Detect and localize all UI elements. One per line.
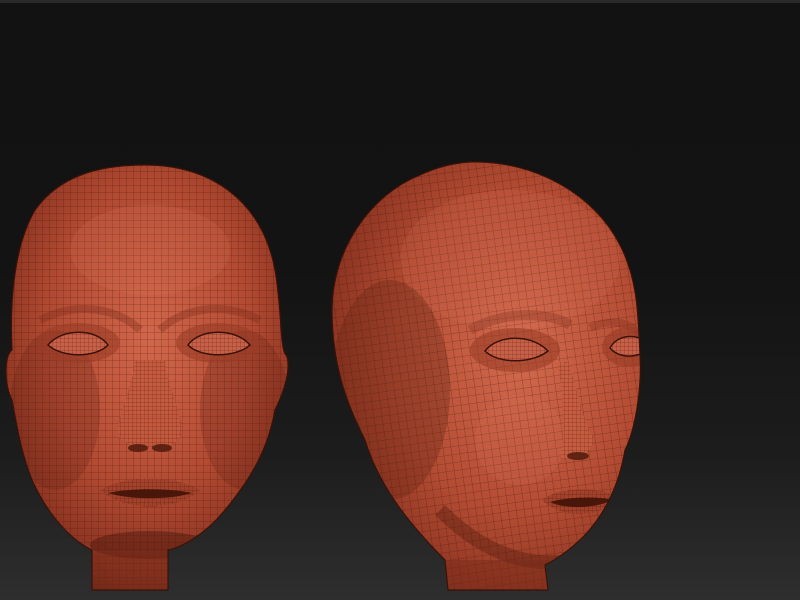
right-eye	[602, 327, 641, 367]
viewport-top-border	[0, 0, 800, 3]
head-model-three-quarter[interactable]	[320, 150, 665, 600]
3d-viewport[interactable]	[0, 0, 800, 600]
right-eye	[176, 323, 260, 363]
left-eye	[470, 328, 560, 372]
left-eye	[36, 323, 120, 363]
head-model-front[interactable]	[0, 150, 300, 600]
